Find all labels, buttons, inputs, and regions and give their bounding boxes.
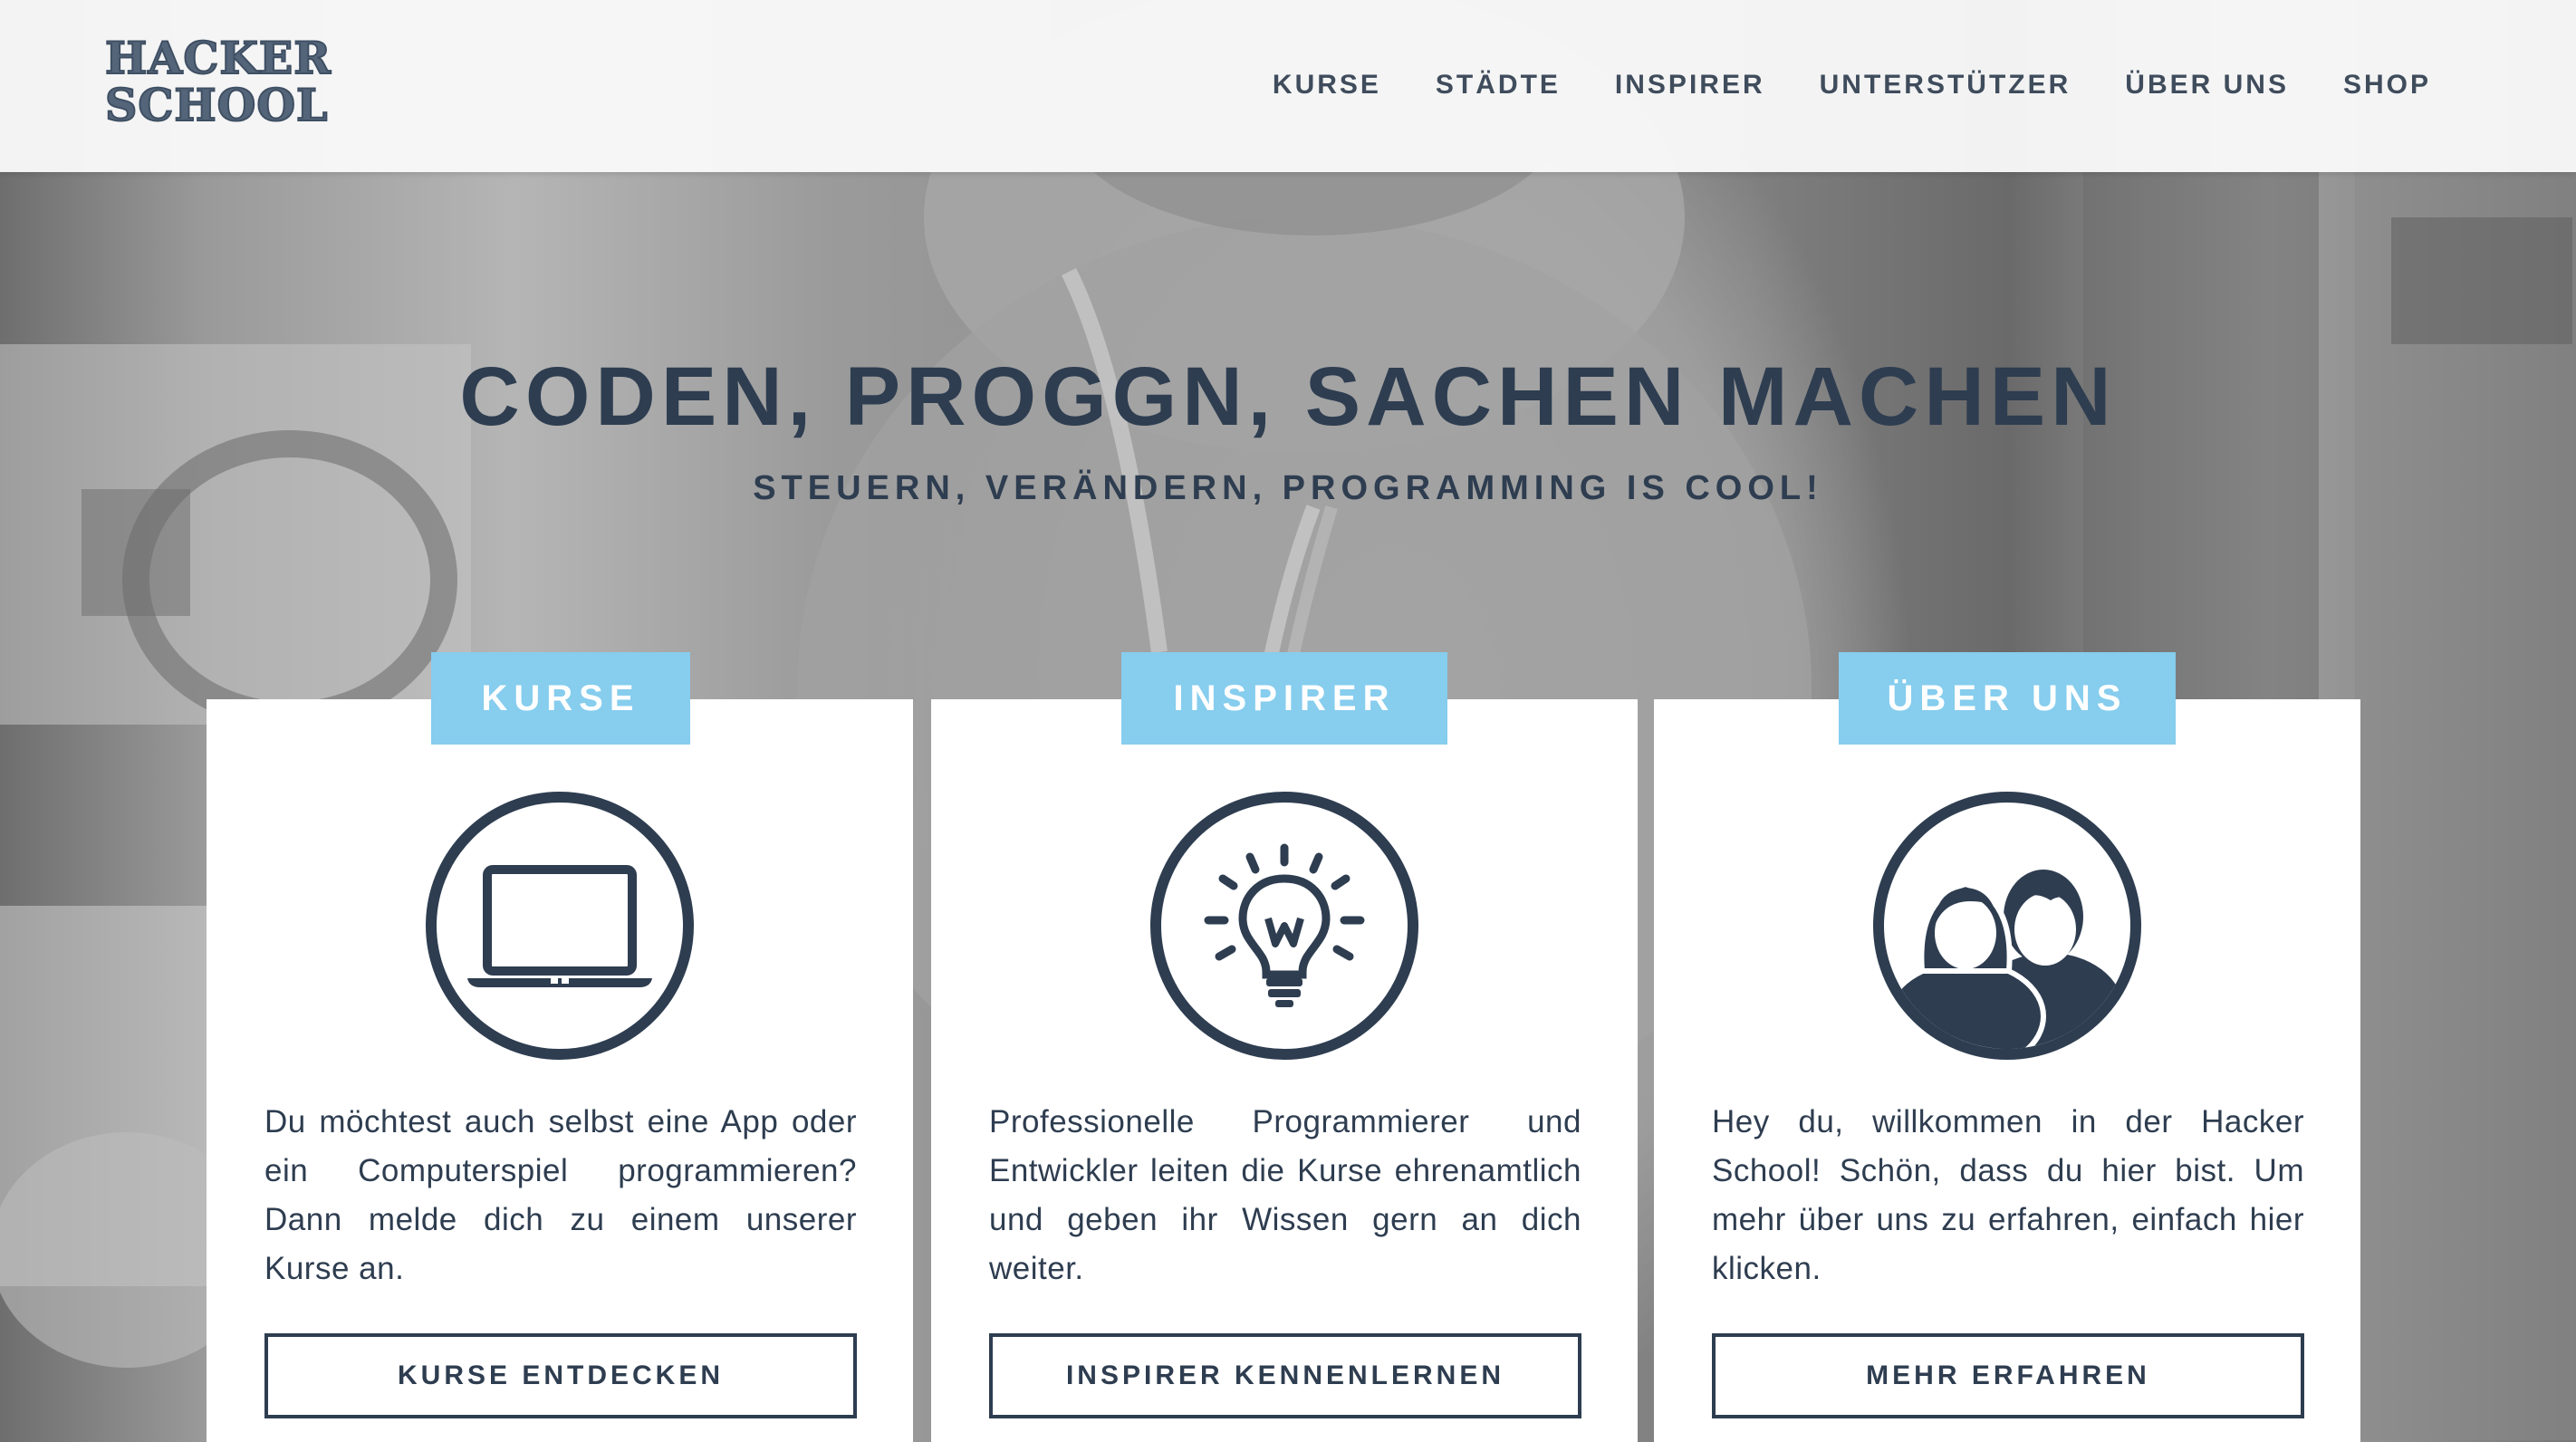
nav-item-shop[interactable]: SHOP xyxy=(2343,70,2431,101)
card-ueber-uns: ÜBER UNS Hey du, willkommen in der Hacke… xyxy=(1654,652,2360,1442)
inspirer-kennenlernen-button[interactable]: INSPIRER KENNENLERNEN xyxy=(989,1333,1581,1418)
card-text-kurse: Du möchtest auch selbst eine App oder ei… xyxy=(264,1104,857,1286)
logo-text-line1: HACKER xyxy=(104,32,332,84)
nav-item-inspirer[interactable]: INSPIRER xyxy=(1615,70,1765,101)
nav-item-staedte[interactable]: STÄDTE xyxy=(1436,70,1561,101)
hero-subtitle: STEUERN, VERÄNDERN, PROGRAMMING IS COOL! xyxy=(753,469,1823,507)
hero-title: CODEN, PROGGN, SACHEN MACHEN xyxy=(459,351,2117,443)
mehr-erfahren-button[interactable]: MEHR ERFAHREN xyxy=(1712,1333,2304,1418)
logo-text-line2: SCHOOL xyxy=(104,79,329,131)
card-text-inspirer: Professionelle Programmierer und Entwick… xyxy=(989,1104,1581,1286)
card-text-ueber-uns: Hey du, willkommen in der Hacker School!… xyxy=(1712,1104,2304,1286)
main-nav: KURSE STÄDTE INSPIRER UNTERSTÜTZER ÜBER … xyxy=(1273,63,2431,107)
card-kurse: KURSE Du möchtest auch selbst eine App o… xyxy=(207,652,913,1442)
site-header: HACKER SCHOOL KURSE STÄDTE INSPIRER UNTE… xyxy=(0,0,2576,172)
laptop-icon xyxy=(426,792,694,1060)
page: HACKER SCHOOL KURSE STÄDTE INSPIRER UNTE… xyxy=(0,0,2576,1442)
card-inspirer: INSPIRER Professionelle Programmierer un… xyxy=(931,652,1638,1442)
hacker-school-logo[interactable]: HACKER SCHOOL xyxy=(104,32,332,132)
nav-item-kurse[interactable]: KURSE xyxy=(1273,70,1381,101)
card-tab-kurse[interactable]: KURSE xyxy=(431,652,690,745)
card-tab-inspirer[interactable]: INSPIRER xyxy=(1121,652,1447,745)
nav-item-ueber-uns[interactable]: ÜBER UNS xyxy=(2125,70,2289,101)
people-icon xyxy=(1873,792,2141,1060)
card-tab-ueber-uns[interactable]: ÜBER UNS xyxy=(1839,652,2176,745)
kurse-entdecken-button[interactable]: KURSE ENTDECKEN xyxy=(264,1333,857,1418)
lightbulb-icon xyxy=(1150,792,1418,1060)
nav-item-unterstuetzer[interactable]: UNTERSTÜTZER xyxy=(1820,70,2071,101)
